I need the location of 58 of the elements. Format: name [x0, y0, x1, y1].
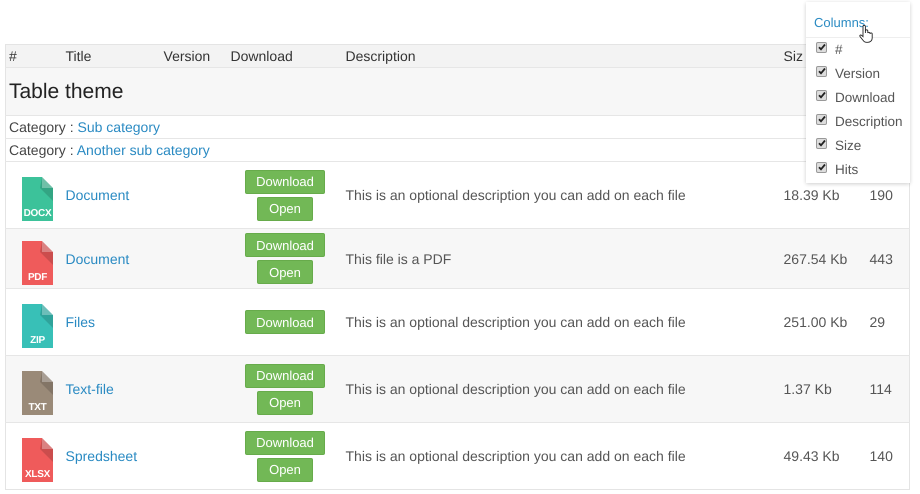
download-button[interactable]: Download	[245, 170, 325, 194]
columns-link[interactable]: Columns:	[814, 15, 869, 30]
file-type-label: ZIP	[29, 335, 46, 346]
description-text: This file is a PDF	[346, 250, 452, 266]
column-header: Description	[346, 48, 416, 64]
download-button[interactable]: Download	[245, 310, 325, 334]
table-title: Table theme	[9, 80, 124, 102]
open-button[interactable]: Open	[257, 390, 313, 414]
hit-count: 443	[870, 250, 893, 266]
checkbox[interactable]	[816, 66, 827, 76]
file-size: 18.39 Kb	[784, 187, 840, 203]
checkbox[interactable]	[816, 138, 827, 148]
hit-count: 190	[870, 187, 893, 203]
option-label: Download	[835, 91, 896, 105]
column-header: Version	[164, 48, 210, 64]
file-title-link[interactable]: Files	[66, 314, 96, 330]
file-size: 267.54 Kb	[784, 250, 848, 266]
checkbox[interactable]	[816, 42, 827, 52]
option-label: Version	[835, 67, 880, 81]
file-type-label: XLSX	[24, 469, 51, 480]
hit-count: 114	[870, 381, 892, 397]
category-label: Category :	[9, 142, 74, 158]
column-header: #	[9, 48, 17, 64]
option-label: Size	[835, 139, 862, 153]
description-text: This is an optional description you can add on each file	[346, 187, 686, 203]
download-button[interactable]: Download	[245, 233, 325, 257]
column-header: Siz	[784, 48, 803, 64]
description-text: This is an optional description you can add on each file	[346, 448, 686, 464]
checkbox[interactable]	[816, 162, 827, 172]
checkbox[interactable]	[816, 90, 827, 100]
checkbox[interactable]	[816, 114, 827, 124]
description-text: This is an optional description you can add on each file	[346, 314, 686, 330]
hit-count: 140	[870, 448, 893, 464]
column-header: Title	[66, 48, 92, 64]
open-button[interactable]: Open	[257, 458, 313, 482]
file-title-link[interactable]: Document	[66, 250, 130, 266]
category-link[interactable]: Sub category	[77, 119, 160, 135]
option-label: #	[835, 43, 843, 57]
open-button[interactable]: Open	[257, 260, 313, 284]
file-title-link[interactable]: Spredsheet	[66, 448, 138, 464]
file-type-label: DOCX	[22, 208, 52, 219]
file-type-label: TXT	[28, 402, 48, 413]
download-button[interactable]: Download	[245, 430, 325, 454]
file-size: 1.37 Kb	[784, 381, 832, 397]
download-button[interactable]: Download	[245, 364, 325, 388]
file-size: 251.00 Kb	[784, 314, 848, 330]
open-button[interactable]: Open	[257, 196, 313, 220]
file-size: 49.43 Kb	[784, 448, 840, 464]
option-label: Description	[835, 115, 903, 129]
file-type-label: PDF	[26, 272, 48, 282]
column-header: Download	[230, 48, 293, 64]
hit-count: 29	[870, 314, 886, 330]
option-label: Hits	[835, 163, 858, 177]
description-text: This is an optional description you can add on each file	[346, 381, 686, 397]
category-label: Category :	[9, 119, 74, 135]
file-title-link[interactable]: Text-file	[66, 381, 114, 397]
category-link[interactable]: Another sub category	[76, 142, 210, 158]
file-title-link[interactable]: Document	[66, 187, 130, 203]
